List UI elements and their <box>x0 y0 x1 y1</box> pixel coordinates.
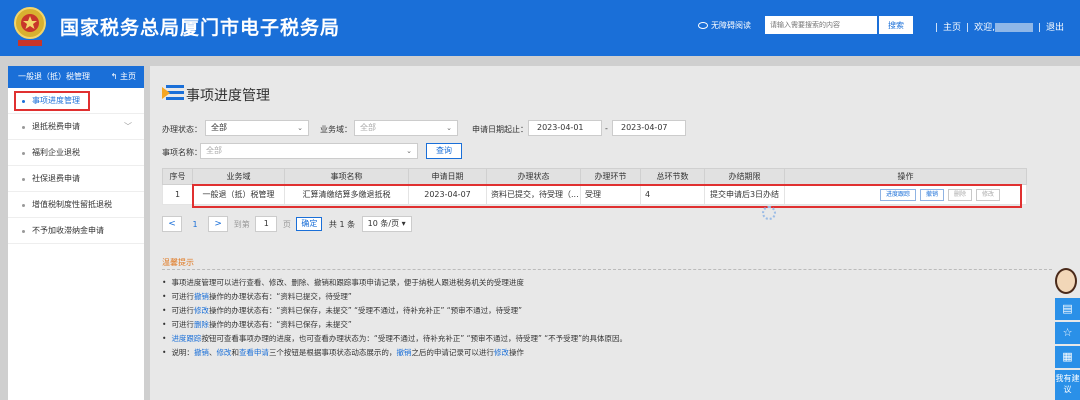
tip-keyword: 修改 <box>216 348 232 357</box>
tip-text: 可进行 <box>171 292 194 301</box>
sidebar-item-late-fee[interactable]: 不予加收滞纳金申请 <box>8 218 144 244</box>
sidebar: 一般退（抵）税管理 ↰ 主页 事项进度管理 退抵税费申请 ﹀ 福利企业退税 社保… <box>8 66 144 400</box>
domain-select[interactable]: 全部 ⌄ <box>354 120 458 136</box>
page-number[interactable]: 1 <box>193 220 198 229</box>
page-size-select[interactable]: 10 条/页 ▾ <box>361 216 412 232</box>
date-label: 申请日期起止： <box>472 125 528 134</box>
col-header: 办结期限 <box>704 168 785 185</box>
tip-keyword: 修改 <box>493 348 509 357</box>
main-panel: 事项进度管理 办理状态： 全部 ⌄ 业务域： 全部 ⌄ 申请日期起止： 2023-0… <box>150 66 1080 400</box>
highlight-box <box>14 91 90 111</box>
suggest-button[interactable]: 我有建议 <box>1055 370 1080 400</box>
tip-line: 事项进度管理可以进行查看、修改、删除、撤销和跟踪事项申请记录，便于纳税人跟进税务… <box>162 277 524 288</box>
tip-text: 操作的办理状态有：“资料已保存，未提交” <box>208 320 352 329</box>
tip-keyword: 撤销 <box>193 292 209 301</box>
tip-line: 可进行修改操作的办理状态有：“资料已保存，未提交” “受理不通过，待补充补正” … <box>162 305 522 316</box>
chevron-down-icon: ⌄ <box>406 147 412 155</box>
col-header: 办理状态 <box>486 168 581 185</box>
tip-line: 可进行删除操作的办理状态有：“资料已保存，未提交” <box>162 319 352 330</box>
status-label: 办理状态： <box>162 125 202 134</box>
sidebar-title: 一般退（抵）税管理 <box>18 72 90 81</box>
col-header: 操作 <box>784 168 1027 185</box>
col-header: 事项名称 <box>284 168 409 185</box>
tip-text: 三个按钮是根据事项状态动态展示的， <box>268 348 397 357</box>
tip-keyword: 删除 <box>193 320 209 329</box>
goto-confirm-button[interactable]: 确定 <box>296 217 323 231</box>
tip-text: 按钮可查看事项办理的进度，也可查看办理状态为：“受理不通过，待补充补正” “预审… <box>201 334 628 343</box>
logout-link[interactable]: 退出 <box>1046 23 1064 33</box>
home-link[interactable]: 主页 <box>943 23 961 33</box>
sidebar-home-link[interactable]: ↰ 主页 <box>111 66 136 88</box>
calculator-icon[interactable]: ▦ <box>1055 346 1080 368</box>
tips-heading: 温馨提示 <box>162 258 194 267</box>
chevron-down-icon: ﹀ <box>124 122 132 131</box>
tip-text: 说明： <box>171 348 194 357</box>
col-header: 业务域 <box>192 168 285 185</box>
page-title: 事项进度管理 <box>186 88 270 104</box>
eye-icon <box>698 22 708 29</box>
page-unit-label: 页 <box>282 219 291 229</box>
chevron-down-icon: ⌄ <box>297 124 303 132</box>
list-icon <box>162 84 184 102</box>
tip-text: 操作的办理状态有：“资料已提交，待受理” <box>208 292 352 301</box>
tip-keyword: 撤销 <box>396 348 412 357</box>
loading-spinner-icon <box>762 206 776 220</box>
tip-line: 可进行撤销操作的办理状态有：“资料已提交，待受理” <box>162 291 352 302</box>
sidebar-item-vat-refund[interactable]: 增值税制度性留抵退税 <box>8 192 144 218</box>
status-select[interactable]: 全部 ⌄ <box>205 120 309 136</box>
divider <box>162 269 1052 270</box>
next-page-button[interactable]: > <box>208 216 229 232</box>
tax-emblem-icon <box>14 7 46 46</box>
sidebar-header: 一般退（抵）税管理 ↰ 主页 <box>8 66 144 88</box>
goto-label: 到第 <box>233 219 250 229</box>
tip-text: 可进行 <box>171 306 194 315</box>
assistant-avatar-icon[interactable] <box>1055 268 1077 294</box>
top-nav: | 主页 | 欢迎, | 退出 <box>935 23 1065 33</box>
item-select[interactable]: 全部 ⌄ <box>200 143 418 159</box>
tip-line: 说明：撤销、修改和查看申请三个按钮是根据事项状态动态展示的，撤销之后的申请记录可… <box>162 347 524 358</box>
sidebar-item-progress[interactable]: 事项进度管理 <box>8 88 144 114</box>
tip-text: 之后的申请记录可以进行 <box>411 348 494 357</box>
accessibility-link[interactable]: 无障碍阅读 <box>698 20 751 31</box>
tip-text: 可进行 <box>171 320 194 329</box>
col-header: 总环节数 <box>640 168 705 185</box>
tip-text: 操作的办理状态有：“资料已保存，未提交” “受理不通过，待补充补正” “预审不通… <box>208 306 523 315</box>
tip-line: 进度跟踪按钮可查看事项办理的进度，也可查看办理状态为：“受理不通过，待补充补正”… <box>162 333 627 344</box>
star-icon[interactable]: ☆ <box>1055 322 1080 344</box>
search-button[interactable]: 搜索 <box>879 16 913 34</box>
col-header: 办理环节 <box>580 168 641 185</box>
total-count: 共 1 条 <box>328 219 356 229</box>
tip-keyword: 进度跟踪 <box>171 334 202 343</box>
table-header-row: 序号 业务域 事项名称 申请日期 办理状态 办理环节 总环节数 办结期限 操作 <box>162 168 1027 185</box>
tip-keyword: 撤销 <box>193 348 209 357</box>
item-label: 事项名称： <box>162 148 202 157</box>
message-icon[interactable]: ▤ <box>1055 298 1080 320</box>
masked-username <box>994 23 1033 32</box>
tip-keyword: 查看申请 <box>238 348 269 357</box>
site-title: 国家税务总局厦门市电子税务局 <box>60 17 341 39</box>
goto-page-input[interactable]: 1 <box>255 216 278 232</box>
chevron-down-icon: ⌄ <box>446 124 452 132</box>
tip-text: 操作 <box>508 348 524 357</box>
domain-label: 业务域： <box>320 125 352 134</box>
top-header: 国家税务总局厦门市电子税务局 无障碍阅读 搜索 |主页|欢迎,|退出 <box>0 0 1080 56</box>
date-separator: - <box>605 124 608 133</box>
query-button[interactable]: 查询 <box>426 143 462 159</box>
col-header: 申请日期 <box>408 168 487 185</box>
tip-text: 事项进度管理可以进行查看、修改、删除、撤销和跟踪事项申请记录，便于纳税人跟进税务… <box>171 278 524 287</box>
welcome-text: 欢迎, <box>974 23 995 33</box>
search-input[interactable] <box>765 16 877 34</box>
sidebar-item-social-refund[interactable]: 社保退费申请 <box>8 166 144 192</box>
tip-text: 和 <box>231 348 239 357</box>
date-from-input[interactable]: 2023-04-01 <box>528 120 602 136</box>
cell-no: 1 <box>162 184 193 205</box>
pagination: < 1 > 到第 1 页 确定 共 1 条 10 条/页 ▾ <box>162 216 412 234</box>
sidebar-item-refund-apply[interactable]: 退抵税费申请 ﹀ <box>8 114 144 140</box>
sidebar-item-welfare-refund[interactable]: 福利企业退税 <box>8 140 144 166</box>
col-header: 序号 <box>162 168 193 185</box>
date-to-input[interactable]: 2023-04-07 <box>612 120 686 136</box>
tip-keyword: 修改 <box>193 306 209 315</box>
prev-page-button[interactable]: < <box>162 216 182 232</box>
highlight-box <box>192 184 1022 208</box>
